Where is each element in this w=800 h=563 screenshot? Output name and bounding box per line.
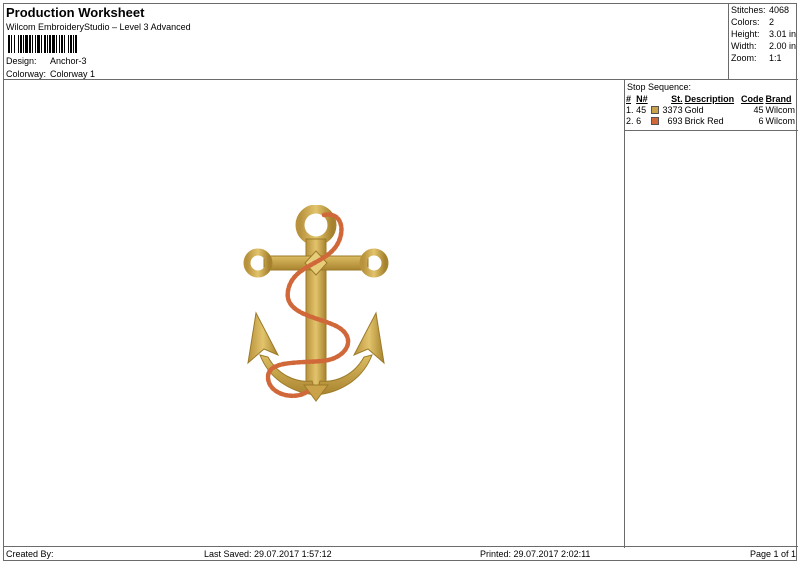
anchor-embroidery-image [243, 205, 389, 402]
printed-date: Printed: 29.07.2017 2:02:11 [480, 549, 591, 559]
last-saved: Last Saved: 29.07.2017 1:57:12 [204, 549, 332, 559]
design-preview [4, 80, 625, 548]
width-label: Width: [731, 41, 757, 51]
row-index: 2. [626, 115, 634, 126]
colorway-row: Colorway: Colorway 1 [6, 69, 95, 79]
col-index-header: # [626, 93, 632, 104]
divider [625, 130, 798, 131]
width-stat: Width: 2.00 in [731, 41, 796, 51]
created-by: Created By: [6, 549, 54, 559]
row-n: 6 [636, 115, 642, 126]
design-stats: Stitches: 4068 Colors: 2 Height: 3.01 in… [728, 4, 798, 80]
worksheet-header: Production Worksheet Wilcom EmbroiderySt… [4, 4, 798, 80]
colorway-value: Colorway 1 [50, 69, 96, 79]
design-row: Design: Anchor-3 [6, 56, 87, 66]
row-description: Brick Red [684, 115, 724, 126]
row-code: 45 [753, 104, 764, 115]
colors-label: Colors: [731, 17, 760, 27]
row-brand: Wilcom [765, 104, 795, 115]
colorway-label: Colorway: [6, 69, 47, 79]
row-st: 693 [667, 115, 683, 126]
zoom-stat: Zoom: 1:1 [731, 53, 782, 63]
col-code-header: Code [740, 93, 764, 104]
design-label: Design: [6, 56, 37, 66]
page-number: Page 1 of 1 [749, 549, 796, 559]
color-swatch-icon [650, 106, 659, 115]
row-index: 1. [626, 104, 634, 115]
height-stat: Height: 3.01 in [731, 29, 796, 39]
col-n-header: N# [636, 93, 648, 104]
stitches-value: 4068 [769, 5, 790, 15]
stitches-stat: Stitches: 4068 [731, 5, 789, 15]
zoom-label: Zoom: [731, 53, 757, 63]
stop-sequence-panel: Stop Sequence: # N# St. Description Code… [625, 80, 798, 548]
colors-stat: Colors: 2 [731, 17, 774, 27]
colors-value: 2 [769, 17, 775, 27]
barcode-icon [8, 35, 77, 53]
row-brand: Wilcom [765, 115, 795, 126]
height-value: 3.01 in [769, 29, 797, 39]
software-subtitle: Wilcom EmbroideryStudio – Level 3 Advanc… [6, 22, 191, 32]
worksheet-footer: Created By: Last Saved: 29.07.2017 1:57:… [4, 546, 798, 560]
zoom-value: 1:1 [769, 53, 782, 63]
height-label: Height: [731, 29, 760, 39]
page-title: Production Worksheet [6, 5, 145, 20]
row-code: 6 [758, 115, 764, 126]
stop-sequence-header-row: # N# St. Description Code Brand [625, 93, 798, 104]
stop-sequence-title: Stop Sequence: [627, 82, 692, 92]
stitches-label: Stitches: [731, 5, 766, 15]
production-worksheet: Production Worksheet Wilcom EmbroiderySt… [3, 3, 798, 561]
row-description: Gold [684, 104, 704, 115]
table-row: 1. 45 3373 Gold 45 Wilcom [625, 104, 798, 115]
color-swatch-icon [650, 117, 659, 126]
width-value: 2.00 in [769, 41, 797, 51]
stop-sequence-table: # N# St. Description Code Brand 1. 45 33… [625, 93, 798, 126]
col-st-header: St. [671, 93, 683, 104]
row-st: 3373 [662, 104, 683, 115]
col-description-header: Description [684, 93, 735, 104]
table-row: 2. 6 693 Brick Red 6 Wilcom [625, 115, 798, 126]
col-brand-header: Brand [765, 93, 792, 104]
row-n: 45 [636, 104, 647, 115]
design-value: Anchor-3 [50, 56, 87, 66]
